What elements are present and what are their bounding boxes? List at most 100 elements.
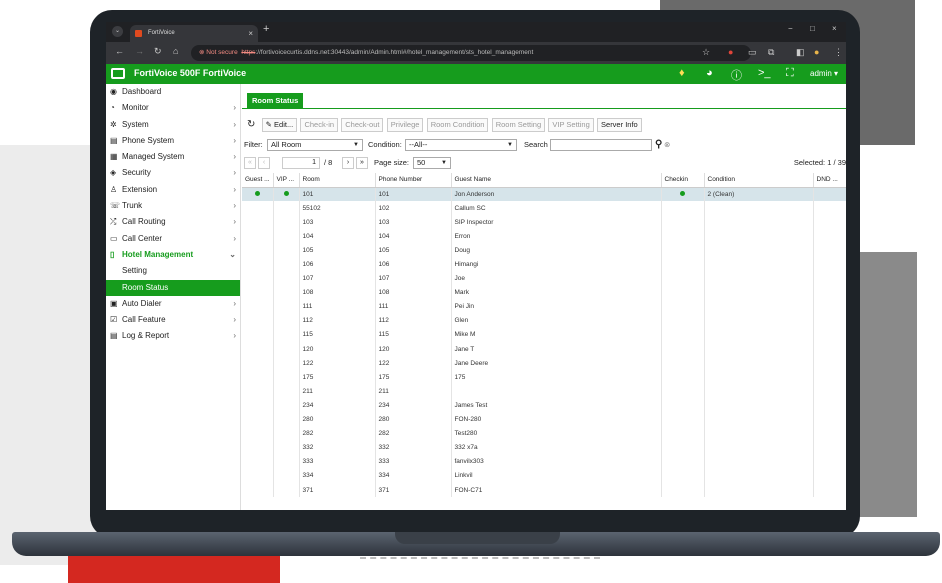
sidebar-item[interactable]: ◉ Dashboard [106, 84, 240, 100]
checkin-button[interactable]: Check-in [300, 118, 339, 132]
table-row[interactable]: 282 282 Test280 [242, 426, 846, 441]
fullscreen-icon[interactable]: ⛶ [786, 67, 794, 80]
next-page-button[interactable]: › [342, 157, 354, 169]
table-row[interactable]: 333 333 fanvilx303 [242, 454, 846, 469]
last-page-button[interactable]: » [356, 157, 368, 169]
maximize-icon[interactable]: □ [810, 24, 815, 33]
sidebar-item[interactable]: ☏ Trunk › [106, 198, 240, 214]
table-row[interactable]: 55102 102 Callum SC [242, 201, 846, 216]
vip-setting-button[interactable]: VIP Setting [548, 118, 594, 132]
bookmark-star-icon[interactable]: ☆ [702, 47, 710, 58]
edit-button[interactable]: ✎ Edit... [261, 118, 298, 132]
table-row[interactable]: 122 122 Jane Deere [242, 356, 846, 371]
new-tab-button[interactable]: + [263, 23, 269, 35]
sidebar-item[interactable]: ⤮ Call Routing › [106, 214, 240, 230]
table-row[interactable]: 104 104 Erron [242, 229, 846, 244]
sidebar-item[interactable]: ▭ Call Center › [106, 231, 240, 247]
admin-menu[interactable]: admin ▾ [810, 69, 838, 78]
sidebar-item[interactable]: ✲ System › [106, 117, 240, 133]
dnd-cell [813, 257, 846, 272]
search-input[interactable] [550, 139, 652, 151]
sidebar-item[interactable]: ◔ Monitor › [106, 100, 240, 116]
chrome-menu-icon[interactable]: ⋮ [834, 47, 843, 58]
minimize-icon[interactable]: − [788, 24, 793, 33]
table-row[interactable]: 101 101 Jon Anderson 2 (Clean) [242, 187, 846, 202]
first-page-button[interactable]: « [244, 157, 256, 169]
clear-search-icon[interactable]: ⊗ [664, 138, 670, 152]
extensions-puzzle-icon[interactable]: ⧉ [768, 47, 774, 58]
column-header[interactable]: VIP ... [273, 173, 300, 188]
column-header[interactable]: Guest Name [451, 173, 662, 188]
table-row[interactable]: 105 105 Doug [242, 243, 846, 258]
condition-select[interactable]: --All-- ▼ [405, 139, 517, 151]
room-condition-button[interactable]: Room Condition [426, 118, 489, 132]
tab-room-status[interactable]: Room Status [247, 93, 304, 108]
window-close-icon[interactable]: × [832, 24, 837, 33]
sidebar-item[interactable]: ▯ Hotel Management ⌄ [106, 247, 240, 263]
table-row[interactable]: 107 107 Joe [242, 271, 846, 286]
condition-cell [704, 327, 814, 343]
table-row[interactable]: 106 106 Himangi [242, 257, 846, 272]
prev-page-button[interactable]: ‹ [258, 157, 270, 169]
phone-cell: 175 [375, 370, 452, 385]
table-row[interactable]: 115 115 Mike M [242, 327, 846, 343]
sidebar-item[interactable]: Setting [106, 263, 240, 279]
column-header[interactable]: Guest ... [242, 173, 274, 188]
column-header[interactable]: Room [299, 173, 376, 188]
sidebar-item-icon: ▣ [110, 298, 118, 308]
profile-avatar-icon[interactable]: ● [814, 47, 819, 57]
page-number-input[interactable]: 1 [282, 157, 320, 169]
column-header[interactable]: Phone Number [375, 173, 452, 188]
search-icon[interactable]: ⚲ [655, 138, 662, 152]
table-row[interactable]: 334 334 Linkvil [242, 468, 846, 483]
table-row[interactable]: 120 120 Jane T [242, 342, 846, 357]
filter-select[interactable]: All Room ▼ [267, 139, 363, 151]
sidebar-item[interactable]: ▤ Log & Report › [106, 328, 240, 344]
column-header[interactable]: DND ... [813, 173, 846, 188]
extension-icon[interactable]: ● [728, 47, 733, 57]
home-icon[interactable]: ⌂ [173, 46, 178, 56]
table-row[interactable]: 111 111 Pei Jin [242, 299, 846, 314]
sidebar-item[interactable]: ▦ Managed System › [106, 149, 240, 165]
table-row[interactable]: 103 103 SIP Inspector [242, 215, 846, 230]
table-row[interactable]: 371 371 FON-C71 [242, 482, 846, 498]
privilege-button[interactable]: Privilege [386, 118, 424, 132]
refresh-icon[interactable]: ↻ [244, 119, 258, 133]
sidebar-item[interactable]: ☑ Call Feature › [106, 312, 240, 328]
table-row[interactable]: 280 280 FON-280 [242, 412, 846, 427]
sidebar-item[interactable]: ▤ Phone System › [106, 133, 240, 149]
tab-search-button[interactable]: ⌄ [112, 26, 123, 37]
condition-cell [704, 201, 814, 216]
checkout-button[interactable]: Check-out [341, 118, 384, 132]
sidebar-item[interactable]: ▣ Auto Dialer › [106, 296, 240, 312]
back-icon[interactable]: ← [115, 46, 124, 56]
tab-close-icon[interactable]: × [248, 25, 253, 42]
table-row[interactable]: 211 211 [242, 384, 846, 399]
server-info-button[interactable]: Server Info [597, 118, 642, 132]
column-header[interactable]: Condition [704, 173, 814, 188]
sidepanel-icon[interactable]: ◧ [796, 47, 805, 58]
table-row[interactable]: 175 175 175 [242, 370, 846, 385]
address-bar[interactable]: ⊗ Not secure https://fortivoicecurtis.dd… [191, 45, 751, 61]
forward-icon[interactable]: → [135, 46, 144, 56]
column-header[interactable]: Checkin [661, 173, 705, 188]
table-row[interactable]: 332 332 332 x7a [242, 440, 846, 455]
sidebar-item-label: Log & Report [122, 331, 170, 341]
table-row[interactable]: 108 108 Mark [242, 285, 846, 300]
guest-name-cell: FON-C71 [451, 482, 662, 498]
sidebar-item[interactable]: Room Status [106, 279, 240, 296]
page-size-select[interactable]: 50 ▼ [413, 157, 451, 169]
guest-cell [242, 398, 274, 413]
browser-tab[interactable]: FortiVoice × [130, 25, 258, 42]
table-row[interactable]: 234 234 James Test [242, 398, 846, 413]
sidebar-item[interactable]: ♙ Extension › [106, 182, 240, 198]
room-setting-button[interactable]: Room Setting [491, 118, 546, 132]
notification-icon[interactable]: ◕ [706, 67, 713, 79]
sidebar-item[interactable]: ◈ Security › [106, 165, 240, 181]
cli-console-icon[interactable]: >_ [758, 67, 771, 79]
reload-icon[interactable]: ↻ [154, 46, 162, 57]
alert-icon[interactable]: ♦ [679, 67, 685, 79]
help-icon[interactable]: ⓘ [731, 67, 742, 83]
table-row[interactable]: 112 112 Glen [242, 313, 846, 328]
extension-icon[interactable]: ▭ [748, 47, 757, 58]
